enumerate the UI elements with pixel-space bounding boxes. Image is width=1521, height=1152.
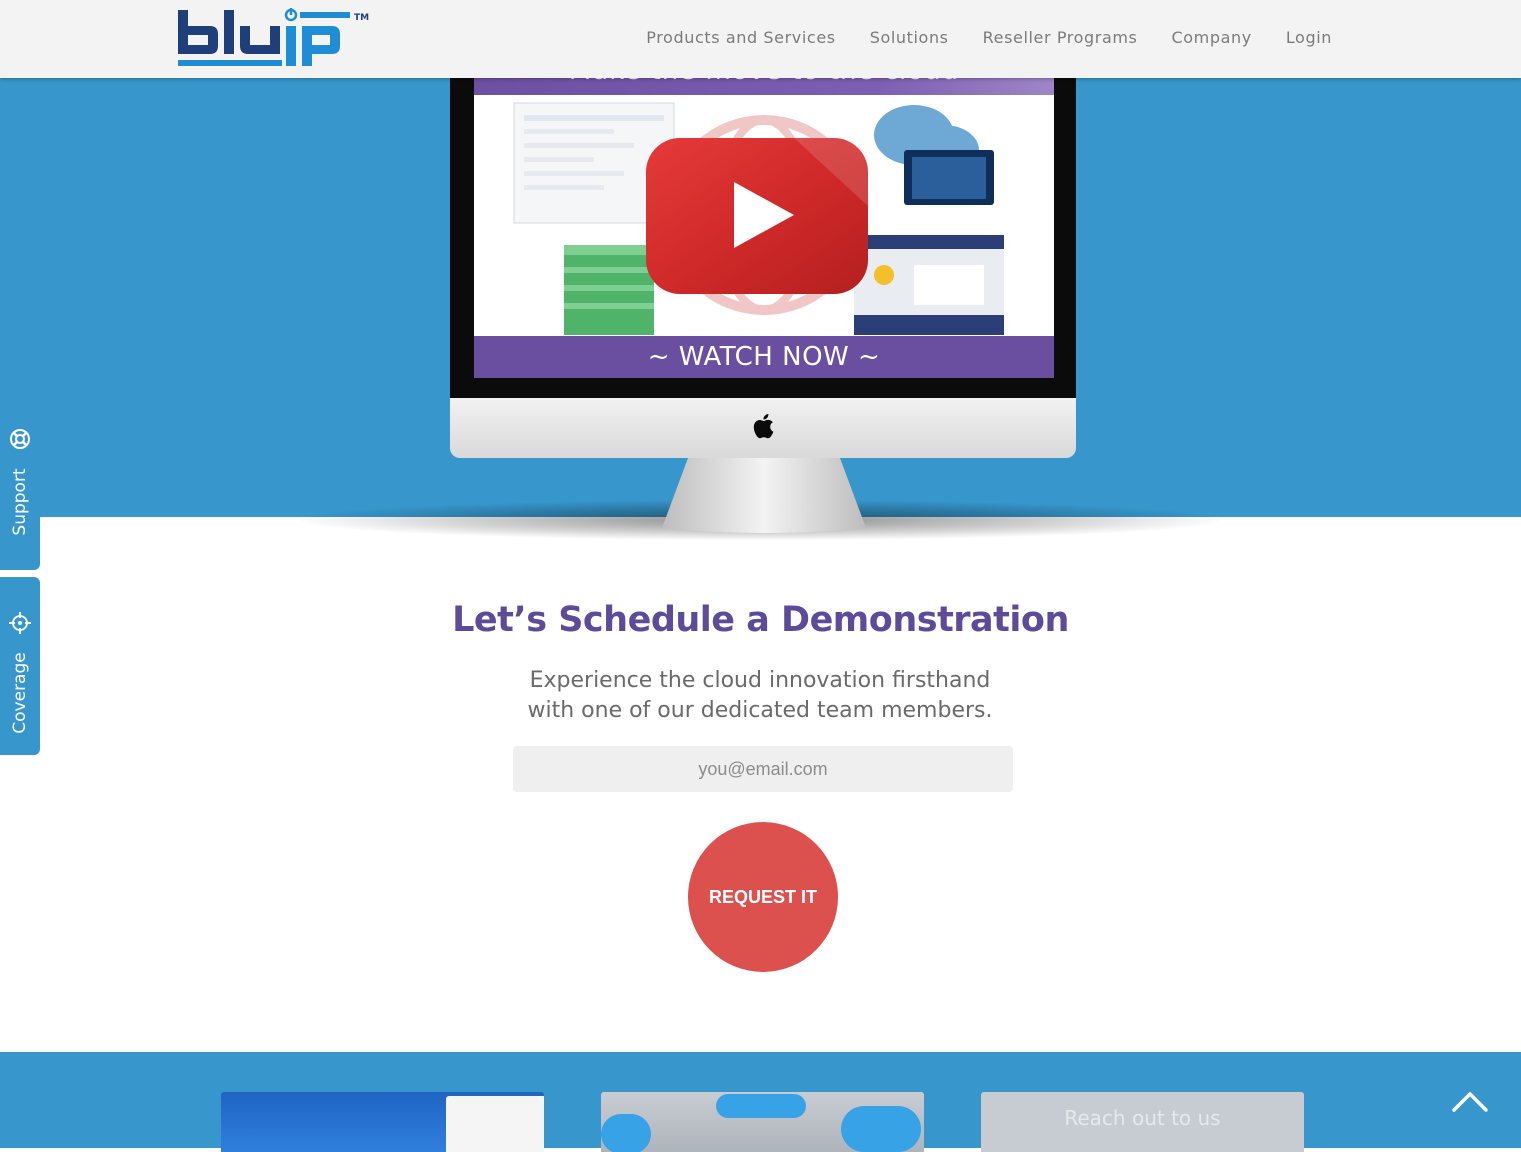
monitor-bezel: Make the move to the cloud — [450, 40, 1076, 398]
demo-title: Let’s Schedule a Demonstration — [452, 600, 1069, 640]
email-input[interactable] — [513, 746, 1013, 792]
play-icon[interactable] — [644, 136, 870, 296]
nav-solutions[interactable]: Solutions — [870, 28, 949, 47]
video-monitor[interactable]: Make the move to the cloud — [450, 40, 1076, 458]
cloud-bubble — [716, 1094, 806, 1118]
demo-subtitle-line-2: with one of our dedicated team members. — [527, 698, 993, 723]
support-label: Support — [10, 468, 30, 536]
monitor-chin — [450, 398, 1076, 458]
support-tab[interactable]: Support — [0, 412, 40, 570]
monitor-stand — [662, 458, 866, 533]
main-nav: Products and Services Solutions Reseller… — [646, 28, 1332, 47]
nav-login[interactable]: Login — [1286, 28, 1332, 47]
features-section: Reach out to us — [0, 1052, 1521, 1152]
cloud-bubble — [601, 1114, 651, 1152]
feature-card-3[interactable]: Reach out to us — [981, 1092, 1304, 1152]
svg-text:TM: TM — [354, 13, 369, 23]
site-header: bluip TM Products and Services Solutions… — [0, 0, 1521, 78]
feature-card-1[interactable] — [221, 1092, 544, 1152]
feature-card-2[interactable] — [601, 1092, 924, 1152]
card3-text: Reach out to us — [1064, 1106, 1221, 1130]
watch-now-label: ~ WATCH NOW ~ — [647, 342, 881, 372]
watch-now-banner[interactable]: ~ WATCH NOW ~ — [474, 336, 1054, 378]
chevron-up-icon[interactable] — [1448, 1082, 1492, 1122]
nav-company[interactable]: Company — [1172, 28, 1252, 47]
video-thumbnail[interactable]: Make the move to the cloud — [474, 40, 1054, 378]
crosshair-icon — [9, 612, 31, 634]
app-window-thumbnail — [446, 1096, 544, 1152]
coverage-tab[interactable]: Coverage — [0, 577, 40, 755]
demo-subtitle: Experience the cloud innovation firsthan… — [510, 666, 1010, 726]
demo-subtitle-line-1: Experience the cloud innovation firsthan… — [529, 668, 991, 693]
cloud-bubble — [841, 1106, 921, 1152]
nav-reseller-programs[interactable]: Reseller Programs — [983, 28, 1138, 47]
lifebuoy-icon — [10, 429, 30, 449]
coverage-label: Coverage — [10, 652, 30, 734]
nav-products-and-services[interactable]: Products and Services — [646, 28, 835, 47]
apple-icon — [753, 414, 774, 439]
request-it-button[interactable]: REQUEST IT — [688, 822, 838, 972]
bluip-logo[interactable]: bluip TM — [176, 8, 376, 72]
